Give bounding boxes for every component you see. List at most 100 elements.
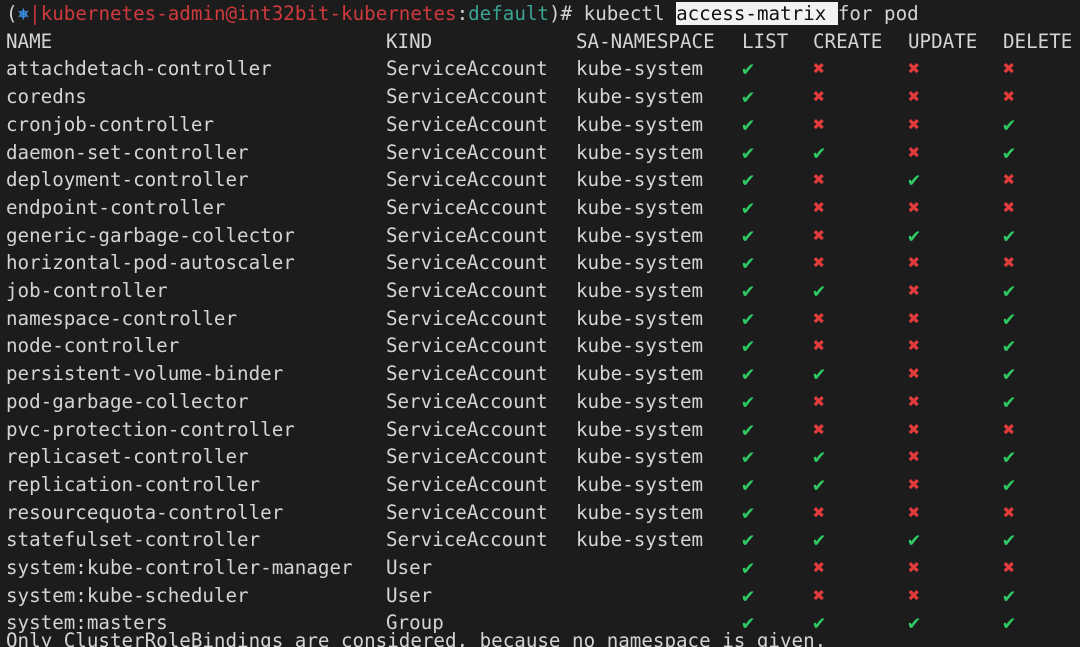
check-icon-create: ✔ xyxy=(813,527,826,552)
table-row: system:kube-controller-manager User ✔ ✖ ✖ ✖ xyxy=(0,554,1080,582)
cross-icon-update: ✖ xyxy=(908,194,921,219)
command-highlighted-text[interactable]: access-matrix xyxy=(676,2,838,25)
kubernetes-helm-icon: ⎈ xyxy=(17,2,30,25)
header-create: CREATE xyxy=(813,29,883,53)
header-list: LIST xyxy=(742,29,789,53)
cross-icon-delete: ✖ xyxy=(1003,167,1016,192)
row-sa-namespace: kube-system xyxy=(576,500,704,524)
check-icon-list: ✔ xyxy=(742,305,755,330)
row-name: coredns xyxy=(6,85,87,109)
cross-icon-delete: ✖ xyxy=(1003,555,1016,579)
check-icon-delete: ✔ xyxy=(1003,222,1016,247)
row-kind: ServiceAccount xyxy=(386,168,548,192)
cross-icon-create: ✖ xyxy=(813,555,826,579)
check-icon-list: ✔ xyxy=(742,222,755,247)
cross-icon-delete: ✖ xyxy=(1003,194,1016,219)
row-name: replication-controller xyxy=(6,472,261,496)
check-icon-delete: ✔ xyxy=(1003,582,1016,607)
row-sa-namespace: kube-system xyxy=(576,362,704,386)
cross-icon-create: ✖ xyxy=(813,84,826,109)
cross-icon-update: ✖ xyxy=(908,582,921,607)
cross-icon-create: ✖ xyxy=(813,56,826,81)
row-kind: ServiceAccount xyxy=(386,445,548,469)
row-name: pod-garbage-collector xyxy=(6,389,249,413)
check-icon-list: ✔ xyxy=(742,167,755,192)
check-icon-list: ✔ xyxy=(742,555,755,579)
check-icon-list: ✔ xyxy=(742,56,755,81)
row-sa-namespace: kube-system xyxy=(576,140,704,164)
row-name: statefulset-controller xyxy=(6,528,261,552)
row-kind: ServiceAccount xyxy=(386,279,548,302)
cross-icon-update: ✖ xyxy=(908,111,921,136)
check-icon-delete: ✔ xyxy=(1003,305,1016,330)
row-sa-namespace: kube-system xyxy=(576,389,704,413)
row-sa-namespace: kube-system xyxy=(576,85,704,109)
table-row: replicaset-controller ServiceAccount kube-… xyxy=(0,443,1080,471)
cross-icon-delete: ✖ xyxy=(1003,84,1016,109)
table-row: cronjob-controller ServiceAccount kube-sys… xyxy=(0,111,1080,139)
check-icon-list: ✔ xyxy=(742,582,755,607)
row-kind: User xyxy=(386,583,433,607)
row-name: endpoint-controller xyxy=(6,195,226,219)
cross-icon-update: ✖ xyxy=(908,499,921,524)
command-rest: for pod xyxy=(837,2,919,25)
row-name: system:kube-controller-manager xyxy=(6,556,353,579)
check-icon-update: ✔ xyxy=(908,610,921,635)
table-row: node-controller ServiceAccount kube-system… xyxy=(0,332,1080,360)
table-row: endpoint-controller ServiceAccount kube-sy… xyxy=(0,194,1080,222)
cross-icon-update: ✖ xyxy=(908,555,921,579)
row-kind: ServiceAccount xyxy=(386,362,548,386)
check-icon-update: ✔ xyxy=(908,222,921,247)
row-kind: ServiceAccount xyxy=(386,500,548,524)
check-icon-create: ✔ xyxy=(813,444,826,469)
row-name: resourcequota-controller xyxy=(6,500,284,524)
check-icon-list: ✔ xyxy=(742,444,755,469)
cross-icon-create: ✖ xyxy=(813,388,826,413)
cross-icon-update: ✖ xyxy=(908,388,921,413)
cross-icon-create: ✖ xyxy=(813,333,826,358)
cross-icon-create: ✖ xyxy=(813,111,826,136)
prompt-suffix-command: )# kubectl xyxy=(549,2,677,25)
table-row: deployment-controller ServiceAccount kube-… xyxy=(0,166,1080,194)
header-delete: DELETE xyxy=(1003,29,1073,53)
table-row: coredns ServiceAccount kube-system ✔ ✖ ✖ ✖ xyxy=(0,83,1080,111)
row-kind: ServiceAccount xyxy=(386,417,548,441)
check-icon-list: ✔ xyxy=(742,278,755,302)
check-icon-list: ✔ xyxy=(742,388,755,413)
table-row: horizontal-pod-autoscaler ServiceAccount k… xyxy=(0,249,1080,277)
cross-icon-create: ✖ xyxy=(813,250,826,275)
kube-context: kubernetes-admin@int32bit-kubernetes xyxy=(40,2,457,25)
check-icon-delete: ✔ xyxy=(1003,471,1016,496)
cross-icon-create: ✖ xyxy=(813,222,826,247)
check-icon-list: ✔ xyxy=(742,527,755,552)
check-icon-update: ✔ xyxy=(908,527,921,552)
cross-icon-update: ✖ xyxy=(908,278,921,302)
row-sa-namespace: kube-system xyxy=(576,445,704,469)
row-name: job-controller xyxy=(6,279,168,302)
row-name: generic-garbage-collector xyxy=(6,223,295,247)
row-kind: ServiceAccount xyxy=(386,140,548,164)
cross-icon-create: ✖ xyxy=(813,416,826,441)
terminal-window[interactable]: (⎈|kubernetes-admin@int32bit-kubernetes:… xyxy=(0,0,1080,647)
check-icon-list: ✔ xyxy=(742,471,755,496)
row-name: daemon-set-controller xyxy=(6,140,249,164)
kube-namespace: default xyxy=(468,2,549,25)
row-kind: ServiceAccount xyxy=(386,195,548,219)
check-icon-list: ✔ xyxy=(742,84,755,109)
cross-icon-delete: ✖ xyxy=(1003,416,1016,441)
row-kind: ServiceAccount xyxy=(386,472,548,496)
row-kind: ServiceAccount xyxy=(386,251,548,275)
row-sa-namespace: kube-system xyxy=(576,334,704,358)
table-row: generic-garbage-collector ServiceAccount k… xyxy=(0,222,1080,250)
row-kind: ServiceAccount xyxy=(386,85,548,109)
check-icon-delete: ✔ xyxy=(1003,333,1016,358)
check-icon-list: ✔ xyxy=(742,139,755,164)
row-name: horizontal-pod-autoscaler xyxy=(6,251,295,275)
cross-icon-delete: ✖ xyxy=(1003,250,1016,275)
row-sa-namespace: kube-system xyxy=(576,57,704,81)
check-icon-list: ✔ xyxy=(742,194,755,219)
cross-icon-create: ✖ xyxy=(813,305,826,330)
row-name: system:kube-scheduler xyxy=(6,583,249,607)
check-icon-delete: ✔ xyxy=(1003,527,1016,552)
row-name: cronjob-controller xyxy=(6,112,214,136)
